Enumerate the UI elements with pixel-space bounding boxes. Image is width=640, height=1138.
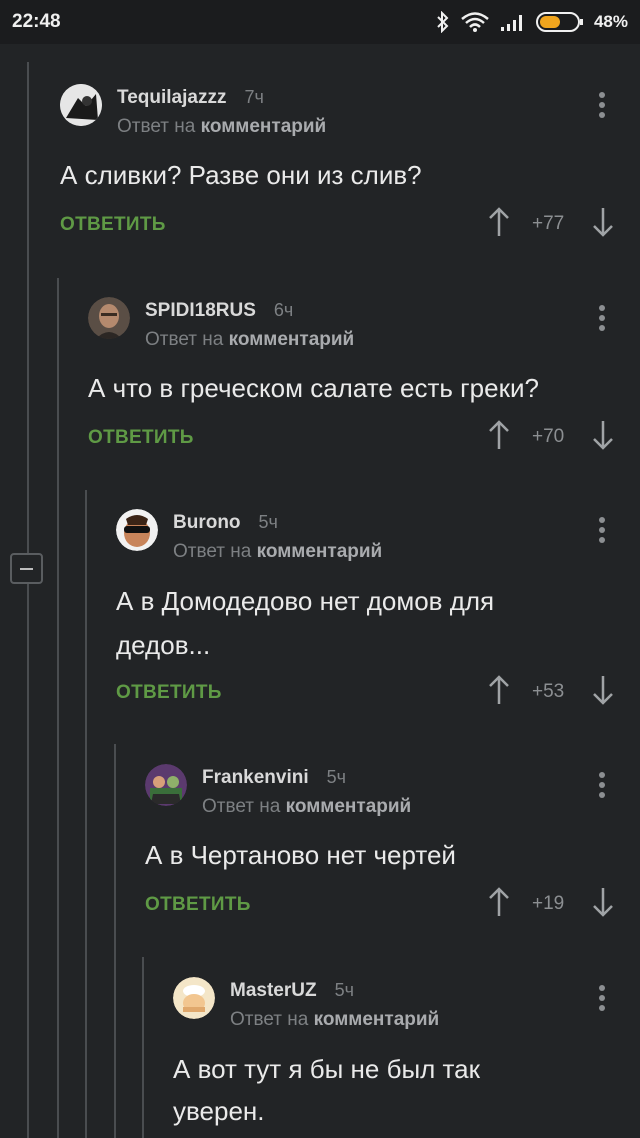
comment-text-line-2: уверен.: [173, 1096, 265, 1126]
comment-time: 5ч: [258, 512, 278, 532]
comment-time: 6ч: [273, 300, 294, 320]
avatar[interactable]: [60, 84, 102, 126]
more-options-icon[interactable]: [598, 772, 606, 802]
vote-score: +70: [532, 426, 565, 447]
avatar[interactable]: [88, 297, 130, 339]
comment-text-line-1: А в Домодедово нет домов для: [116, 586, 495, 616]
status-bar: 22:48 48%: [0, 0, 640, 44]
comment-author[interactable]: SPIDI18RUS 6ч: [145, 300, 293, 322]
reply-button[interactable]: ОТВЕТИТЬ: [116, 682, 222, 704]
reply-button[interactable]: ОТВЕТИТЬ: [145, 894, 251, 916]
comment-text: А сливки? Разве они из слив?: [60, 160, 422, 190]
reply-info: Ответ на комментарий: [117, 116, 327, 137]
upvote-icon[interactable]: [488, 206, 510, 238]
battery-icon: [535, 12, 583, 32]
vote-score: +53: [532, 681, 565, 702]
avatar[interactable]: [145, 764, 187, 806]
reply-info: Ответ на комментарий: [202, 796, 412, 817]
thread-line-4: [114, 744, 116, 1138]
comment-time: 7ч: [244, 87, 264, 107]
reply-button[interactable]: ОТВЕТИТЬ: [60, 214, 166, 236]
reply-target-link[interactable]: комментарий: [286, 796, 412, 817]
avatar[interactable]: [173, 977, 215, 1019]
reply-info: Ответ на комментарий: [230, 1009, 440, 1030]
comment-tequilajazzz: Tequilajazzz 7ч Ответ на комментарий А сл…: [60, 84, 620, 244]
upvote-icon[interactable]: [488, 419, 510, 451]
comment-burono: Burono 5ч Ответ на комментарий А в Домоде…: [116, 509, 620, 709]
more-options-icon[interactable]: [598, 985, 606, 1015]
status-time: 22:48: [12, 11, 61, 32]
collapse-thread-button[interactable]: [10, 553, 43, 584]
upvote-icon[interactable]: [488, 886, 510, 918]
comment-author[interactable]: Burono 5ч: [173, 512, 278, 534]
reply-target-link[interactable]: комментарий: [229, 329, 355, 350]
comment-masteruz: MasterUZ 5ч Ответ на комментарий А вот ту…: [173, 977, 620, 1138]
comment-author[interactable]: Frankenvini 5ч: [202, 767, 346, 789]
comment-frankenvini: Frankenvini 5ч Ответ на комментарий А в Ч…: [145, 764, 620, 924]
upvote-icon[interactable]: [488, 674, 510, 706]
downvote-icon[interactable]: [592, 206, 614, 238]
reply-target-link[interactable]: комментарий: [201, 116, 327, 137]
downvote-icon[interactable]: [592, 886, 614, 918]
wifi-icon: [461, 12, 489, 32]
bluetooth-icon: [437, 11, 449, 33]
downvote-icon[interactable]: [592, 674, 614, 706]
reply-target-link[interactable]: комментарий: [314, 1009, 440, 1030]
thread-line-1b: [27, 584, 29, 1138]
downvote-icon[interactable]: [592, 419, 614, 451]
reply-button[interactable]: ОТВЕТИТЬ: [88, 427, 194, 449]
reply-info: Ответ на комментарий: [145, 329, 355, 350]
comment-text-line-1: А вот тут я бы не был так: [173, 1054, 481, 1084]
reply-target-link[interactable]: комментарий: [257, 541, 383, 562]
thread-line-2: [57, 278, 59, 1138]
comment-text-line-2: дедов...: [116, 630, 211, 660]
thread-line-3: [85, 490, 87, 1138]
thread-line-5: [142, 957, 144, 1138]
reply-info: Ответ на комментарий: [173, 541, 383, 562]
vote-score: +77: [532, 213, 565, 234]
thread-line-1: [27, 62, 29, 553]
comment-text: А что в греческом салате есть греки?: [88, 373, 539, 403]
vote-score: +19: [532, 893, 565, 914]
comment-time: 5ч: [326, 767, 347, 787]
comment-text: А в Чертаново нет чертей: [145, 840, 456, 870]
more-options-icon[interactable]: [598, 305, 606, 335]
more-options-icon[interactable]: [598, 92, 606, 122]
comment-spidi18rus: SPIDI18RUS 6ч Ответ на комментарий А что …: [88, 297, 620, 457]
more-options-icon[interactable]: [598, 517, 606, 547]
avatar[interactable]: [116, 509, 158, 551]
signal-icon: [500, 15, 522, 31]
comment-author[interactable]: MasterUZ 5ч: [230, 980, 354, 1002]
battery-percent: 48%: [593, 12, 628, 31]
comment-time: 5ч: [334, 980, 354, 1000]
comment-author[interactable]: Tequilajazzz 7ч: [117, 87, 264, 109]
